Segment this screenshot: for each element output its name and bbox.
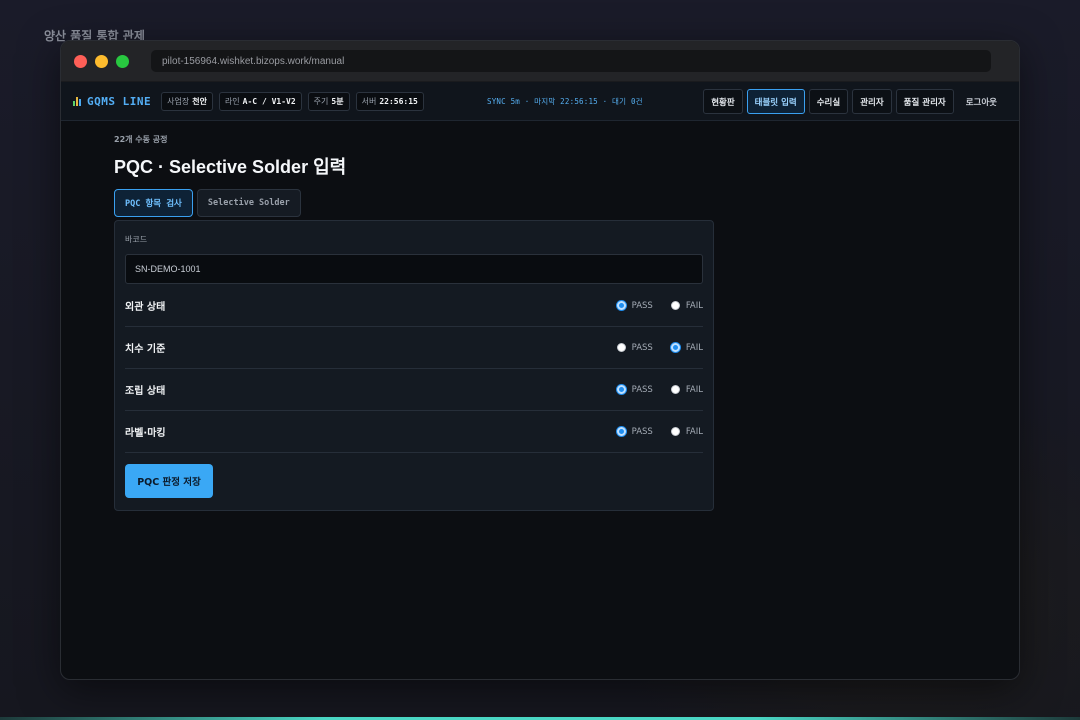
radio-fail[interactable] xyxy=(670,301,680,310)
pass-option[interactable]: PASS xyxy=(616,427,653,437)
check-label: 조립 상태 xyxy=(125,386,166,397)
address-bar[interactable]: pilot-156964.wishket.bizops.work/manual xyxy=(151,50,991,72)
pqc-form-card: 바코드 SN-DEMO-1001 외관 상태 PASS FAIL 치수 기준 P… xyxy=(114,220,714,511)
app-logo[interactable]: GQMS LINE xyxy=(73,95,151,108)
check-label: 라벨·마킹 xyxy=(125,428,166,439)
radio-pass[interactable] xyxy=(616,343,626,352)
fail-option[interactable]: FAIL xyxy=(670,301,703,311)
pass-fail-options: PASS FAIL xyxy=(616,427,703,437)
browser-titlebar: pilot-156964.wishket.bizops.work/manual xyxy=(61,41,1019,82)
barcode-label: 바코드 xyxy=(125,235,148,244)
check-row-dimension: 치수 기준 PASS FAIL xyxy=(125,327,703,369)
fail-option[interactable]: FAIL xyxy=(670,385,703,395)
browser-window: pilot-156964.wishket.bizops.work/manual … xyxy=(60,40,1020,680)
nav-repair-button[interactable]: 수리실 xyxy=(808,89,849,114)
radio-fail[interactable] xyxy=(670,385,680,394)
cycle-chip: 주기 5분 xyxy=(307,91,350,111)
nav-dashboard-button[interactable]: 현황판 xyxy=(703,89,743,114)
maximize-window-icon[interactable] xyxy=(116,54,129,68)
radio-fail[interactable] xyxy=(670,343,680,352)
pass-fail-options: PASS FAIL xyxy=(616,385,703,395)
check-list: 외관 상태 PASS FAIL 치수 기준 PASS FAIL 조립 상태 PA… xyxy=(125,285,703,453)
site-chip: 사업장 천안 xyxy=(161,91,213,111)
radio-pass[interactable] xyxy=(616,301,626,310)
tab-selective-solder[interactable]: Selective Solder xyxy=(196,189,301,217)
server-time-chip: 서버 22:56:15 xyxy=(355,91,424,111)
pass-option[interactable]: PASS xyxy=(616,385,653,395)
radio-pass[interactable] xyxy=(616,427,626,436)
pass-option[interactable]: PASS xyxy=(616,301,653,311)
page-title: PQC · Selective Solder 입력 xyxy=(114,157,347,177)
sync-status: SYNC 5m · 마지막 22:56:15 · 대기 0건 xyxy=(487,97,643,106)
check-label: 외관 상태 xyxy=(125,302,166,313)
app-header: GQMS LINE 사업장 천안 라인 A-C / V1-V2 주기 5분 서버… xyxy=(61,82,1019,121)
input-tabs: PQC 항목 검사 Selective Solder xyxy=(114,189,346,217)
nav-tablet-input-button[interactable]: 태블릿 입력 xyxy=(746,89,805,114)
nav-quality-admin-button[interactable]: 품질 관리자 xyxy=(895,89,954,114)
minimize-window-icon[interactable] xyxy=(95,54,108,68)
close-window-icon[interactable] xyxy=(74,54,87,68)
fail-option[interactable]: FAIL xyxy=(670,427,703,437)
radio-pass[interactable] xyxy=(616,385,626,394)
main-content: 22개 수동 공정 PQC · Selective Solder 입력 PQC … xyxy=(114,134,346,217)
logout-button[interactable]: 로그아웃 xyxy=(958,89,1005,114)
check-row-assembly: 조립 상태 PASS FAIL xyxy=(125,369,703,411)
pass-option[interactable]: PASS xyxy=(616,343,653,353)
section-label: 22개 수동 공정 xyxy=(114,135,168,144)
bar-chart-icon xyxy=(73,96,81,106)
tab-pqc-inspection[interactable]: PQC 항목 검사 xyxy=(114,189,193,217)
check-label: 치수 기준 xyxy=(125,344,166,355)
radio-fail[interactable] xyxy=(670,427,680,436)
check-row-label-marking: 라벨·마킹 PASS FAIL xyxy=(125,411,703,453)
pass-fail-options: PASS FAIL xyxy=(616,343,703,353)
line-chip: 라인 A-C / V1-V2 xyxy=(218,91,302,111)
barcode-input[interactable]: SN-DEMO-1001 xyxy=(125,254,703,284)
save-pqc-button[interactable]: PQC 판정 저장 xyxy=(125,464,213,498)
main-nav: 현황판 태블릿 입력 수리실 관리자 품질 관리자 로그아웃 xyxy=(703,89,1005,114)
fail-option[interactable]: FAIL xyxy=(670,343,703,353)
logo-text: GQMS LINE xyxy=(87,94,152,108)
pass-fail-options: PASS FAIL xyxy=(616,301,703,311)
nav-admin-button[interactable]: 관리자 xyxy=(852,89,892,114)
check-row-appearance: 외관 상태 PASS FAIL xyxy=(125,285,703,327)
